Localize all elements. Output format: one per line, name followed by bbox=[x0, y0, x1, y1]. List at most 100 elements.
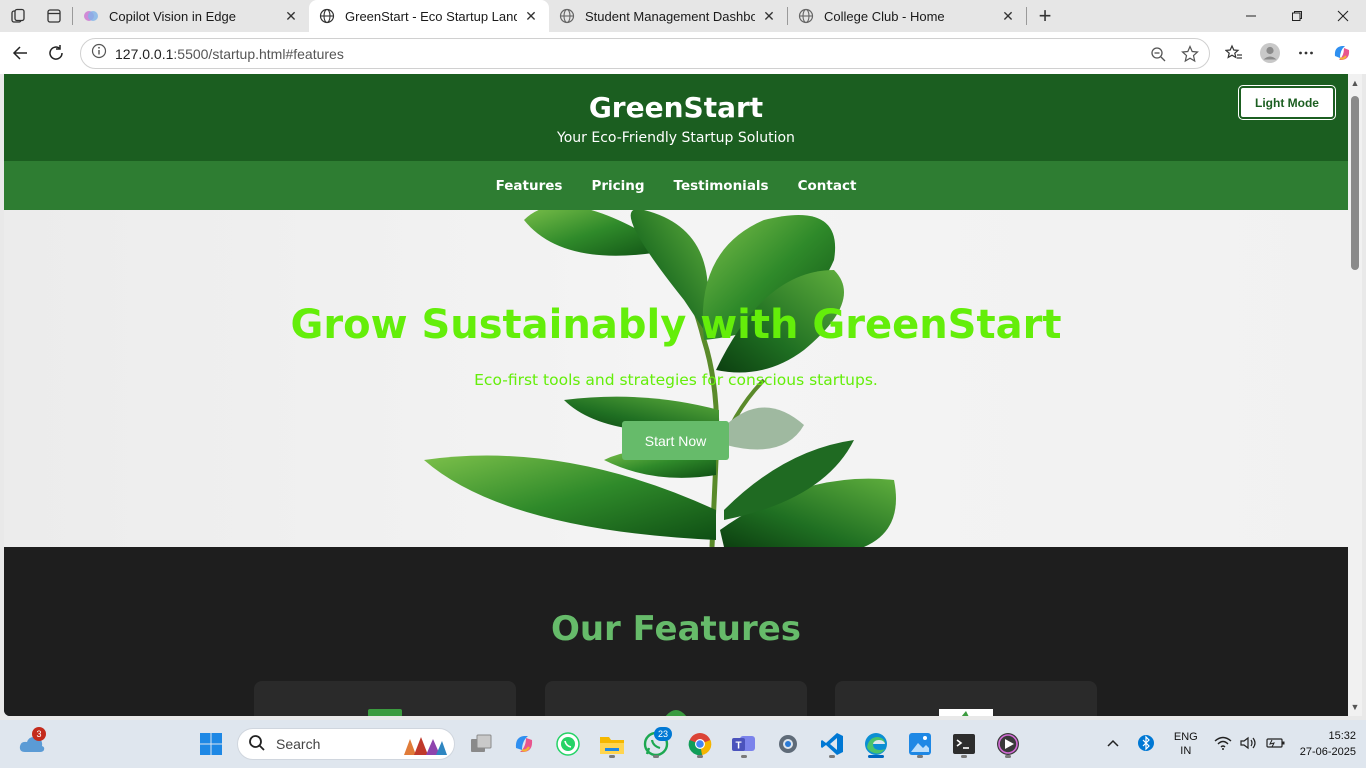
bluetooth-icon[interactable] bbox=[1137, 734, 1154, 755]
site-info-icon[interactable] bbox=[91, 43, 107, 64]
nav-link-pricing[interactable]: Pricing bbox=[591, 178, 644, 194]
feature-icon bbox=[368, 709, 402, 716]
site-brand: GreenStart bbox=[588, 91, 764, 124]
photos-icon[interactable] bbox=[904, 728, 936, 760]
tab-title: Copilot Vision in Edge bbox=[109, 8, 236, 24]
scroll-down-icon[interactable]: ▼ bbox=[1350, 702, 1360, 712]
hero-section: Grow Sustainably with GreenStart Eco-fir… bbox=[4, 210, 1348, 547]
settings-gear-icon[interactable] bbox=[772, 728, 804, 760]
vscode-icon[interactable] bbox=[816, 728, 848, 760]
site-tagline: Your Eco-Friendly Startup Solution bbox=[557, 130, 795, 146]
new-tab-button[interactable]: + bbox=[1027, 0, 1063, 32]
media-player-icon[interactable] bbox=[992, 728, 1024, 760]
tab-college-club[interactable]: College Club - Home ✕ bbox=[788, 0, 1026, 32]
copilot-app-icon[interactable] bbox=[508, 728, 540, 760]
running-indicator bbox=[917, 755, 923, 758]
page-scrollbar[interactable]: ▲ ▼ bbox=[1348, 74, 1362, 716]
task-view-icon[interactable] bbox=[465, 728, 497, 760]
running-indicator bbox=[697, 755, 703, 758]
copilot-icon[interactable] bbox=[1326, 37, 1358, 69]
url-host: 127.0.0.1 bbox=[115, 45, 174, 62]
hero-subtext: Eco-first tools and strategies for consc… bbox=[474, 371, 878, 389]
features-title: Our Features bbox=[550, 609, 802, 649]
language-code: ENG bbox=[1173, 731, 1198, 743]
browser-toolbar: 127.0.0.1:5500/startup.html#features bbox=[0, 32, 1366, 74]
close-tab-icon[interactable]: ✕ bbox=[283, 8, 299, 24]
taskbar-search-box[interactable]: Search bbox=[237, 728, 455, 760]
volume-icon[interactable] bbox=[1240, 736, 1258, 753]
language-region: IN bbox=[1180, 745, 1192, 757]
globe-icon bbox=[559, 8, 575, 24]
tab-title: College Club - Home bbox=[824, 8, 945, 24]
globe-icon bbox=[319, 8, 335, 24]
tab-greenstart[interactable]: GreenStart - Eco Startup Landing ✕ bbox=[309, 0, 549, 32]
feature-card bbox=[545, 681, 807, 716]
favorite-star-icon[interactable] bbox=[1179, 43, 1201, 65]
terminal-icon[interactable] bbox=[948, 728, 980, 760]
more-options-icon[interactable] bbox=[1290, 37, 1322, 69]
feature-card bbox=[254, 681, 516, 716]
teams-icon[interactable]: T bbox=[728, 728, 760, 760]
whatsapp-web-icon[interactable] bbox=[552, 728, 584, 760]
search-icon bbox=[248, 734, 266, 755]
running-indicator bbox=[961, 755, 967, 758]
tab-copilot-vision[interactable]: Copilot Vision in Edge ✕ bbox=[73, 0, 309, 32]
windows-taskbar: 3 Search 23 T ENG IN 15:32 27-06-2025 bbox=[0, 720, 1366, 768]
globe-icon bbox=[798, 8, 814, 24]
site-nav: Features Pricing Testimonials Contact bbox=[4, 161, 1348, 210]
tab-student-dashboard[interactable]: Student Management Dashboard ✕ bbox=[549, 0, 787, 32]
url-path: :5500/startup.html#features bbox=[173, 45, 344, 62]
close-window-icon[interactable] bbox=[1320, 0, 1366, 32]
language-indicator[interactable]: ENG IN bbox=[1174, 730, 1198, 758]
workspaces-icon[interactable] bbox=[0, 0, 36, 32]
address-bar[interactable]: 127.0.0.1:5500/startup.html#features bbox=[80, 38, 1210, 69]
feature-icon bbox=[939, 709, 993, 716]
feature-card bbox=[835, 681, 1097, 716]
scroll-up-icon[interactable]: ▲ bbox=[1350, 78, 1360, 88]
hero-headline: Grow Sustainably with GreenStart bbox=[290, 302, 1062, 348]
site-header: GreenStart Your Eco-Friendly Startup Sol… bbox=[4, 74, 1348, 161]
active-indicator bbox=[868, 755, 884, 758]
weather-badge: 3 bbox=[32, 727, 46, 741]
close-tab-icon[interactable]: ✕ bbox=[1000, 8, 1016, 24]
feature-icon bbox=[665, 710, 687, 716]
running-indicator bbox=[1005, 755, 1011, 758]
nav-link-testimonials[interactable]: Testimonials bbox=[674, 178, 769, 194]
favorites-icon[interactable] bbox=[1218, 37, 1250, 69]
taskbar-clock[interactable]: 15:32 27-06-2025 bbox=[1300, 728, 1356, 760]
clock-time: 15:32 bbox=[1328, 730, 1356, 742]
weather-widget-icon[interactable]: 3 bbox=[16, 727, 48, 760]
close-tab-icon[interactable]: ✕ bbox=[761, 8, 777, 24]
features-section: Our Features bbox=[4, 547, 1348, 716]
running-indicator bbox=[829, 755, 835, 758]
file-explorer-icon[interactable] bbox=[596, 728, 628, 760]
browser-tab-bar: Copilot Vision in Edge ✕ GreenStart - Ec… bbox=[0, 0, 1366, 32]
restore-icon[interactable] bbox=[1274, 0, 1320, 32]
start-windows-icon[interactable] bbox=[195, 728, 227, 760]
search-placeholder: Search bbox=[276, 736, 321, 752]
chrome-icon[interactable] bbox=[684, 728, 716, 760]
nav-link-contact[interactable]: Contact bbox=[798, 178, 857, 194]
close-tab-icon[interactable]: ✕ bbox=[523, 8, 539, 24]
zoom-out-icon[interactable] bbox=[1147, 43, 1169, 65]
system-tray: ENG IN 15:32 27-06-2025 bbox=[1106, 720, 1356, 768]
minimize-icon[interactable] bbox=[1228, 0, 1274, 32]
running-indicator bbox=[653, 755, 659, 758]
toolbar-right bbox=[1218, 37, 1358, 69]
show-hidden-icons-chevron-icon[interactable] bbox=[1106, 737, 1120, 751]
tab-actions-icon[interactable] bbox=[36, 0, 72, 32]
profile-avatar-icon[interactable] bbox=[1254, 37, 1286, 69]
copilot-favicon-icon bbox=[83, 8, 99, 24]
url-text[interactable]: 127.0.0.1:5500/startup.html#features bbox=[115, 46, 344, 62]
battery-icon[interactable] bbox=[1266, 737, 1286, 752]
refresh-icon[interactable] bbox=[38, 37, 74, 69]
edge-icon[interactable] bbox=[860, 728, 892, 760]
scrollbar-thumb[interactable] bbox=[1351, 96, 1359, 270]
nav-link-features[interactable]: Features bbox=[496, 178, 563, 194]
start-now-button[interactable]: Start Now bbox=[622, 421, 729, 460]
whatsapp-icon[interactable]: 23 bbox=[640, 727, 672, 760]
back-arrow-icon[interactable] bbox=[2, 37, 38, 69]
theme-toggle-button[interactable]: Light Mode bbox=[1238, 85, 1336, 120]
wifi-icon[interactable] bbox=[1214, 736, 1232, 753]
window-controls bbox=[1228, 0, 1366, 32]
